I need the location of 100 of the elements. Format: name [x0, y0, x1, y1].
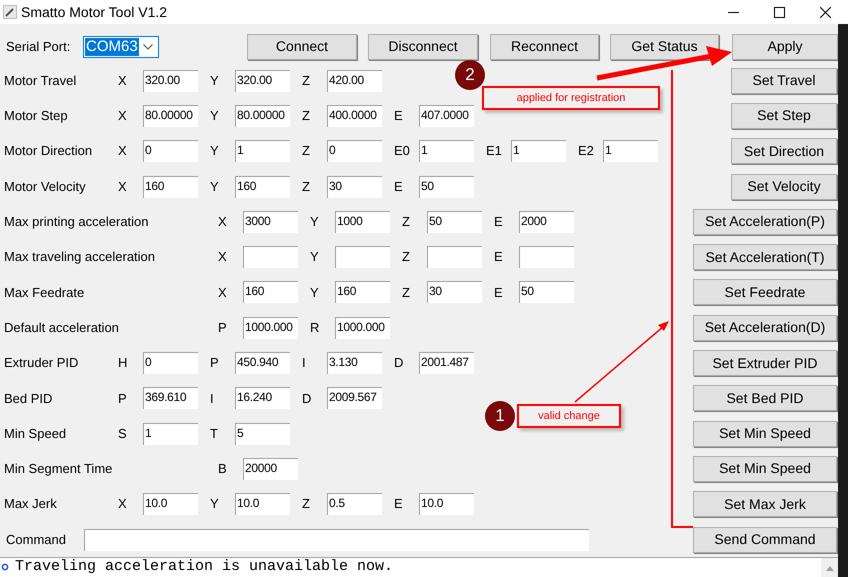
axis-label: Z — [302, 495, 311, 514]
toolbar-button[interactable]: Apply — [732, 34, 838, 60]
axis-label: X — [218, 284, 228, 302]
axis-label: P — [210, 354, 220, 372]
value-field[interactable] — [427, 246, 482, 268]
axis-label: Z — [402, 248, 411, 266]
axis-label: Y — [310, 248, 320, 266]
action-button[interactable]: Set Velocity — [731, 174, 837, 200]
value-field[interactable]: 10.0 — [419, 493, 474, 516]
value-field[interactable]: 10.0 — [235, 493, 290, 516]
action-button[interactable]: Set Min Speed — [693, 456, 837, 482]
field-label: Min Segment Time — [3, 460, 114, 478]
value-field[interactable]: 1000.000 — [335, 316, 390, 339]
toolbar-button[interactable]: Reconnect — [490, 34, 599, 60]
axis-label: Y — [210, 72, 220, 90]
log-line: Traveling acceleration is unavailable now. — [15, 558, 394, 576]
axis-label: D — [394, 354, 404, 372]
value-field[interactable]: 160 — [243, 281, 298, 304]
value-field[interactable]: 3000 — [243, 210, 298, 233]
value-field[interactable]: 1000.000 — [243, 316, 298, 339]
axis-label: E — [494, 213, 504, 232]
axis-label: H — [118, 354, 128, 372]
value-field[interactable] — [243, 246, 298, 268]
value-field[interactable]: 2001.487 — [419, 352, 474, 374]
value-field[interactable]: 0 — [143, 352, 198, 374]
action-button[interactable]: Set Acceleration(T) — [693, 244, 837, 270]
axis-label: Y — [310, 284, 320, 302]
action-button[interactable]: Set Travel — [731, 68, 837, 94]
value-field[interactable]: 0 — [143, 140, 198, 162]
value-field[interactable]: 1 — [143, 422, 198, 445]
value-field[interactable]: 369.610 — [143, 387, 198, 410]
action-button[interactable]: Set Feedrate — [693, 279, 837, 306]
axis-label: Z — [302, 72, 311, 90]
value-field[interactable]: 160 — [235, 176, 290, 198]
toolbar-button[interactable]: Disconnect — [368, 34, 478, 60]
axis-label: Y — [210, 107, 220, 126]
value-field[interactable]: 50 — [427, 210, 482, 233]
value-field[interactable]: 2000 — [519, 210, 574, 233]
up-arrow-icon — [826, 566, 834, 571]
command-input[interactable] — [84, 528, 589, 550]
value-field[interactable]: 2009.567 — [327, 387, 382, 410]
axis-label: E2 — [578, 142, 595, 160]
axis-label: E — [394, 107, 404, 126]
value-field[interactable]: 450.940 — [235, 352, 290, 374]
value-field[interactable]: 80.00000 — [235, 104, 290, 127]
value-field[interactable]: 1 — [511, 140, 566, 162]
value-field[interactable]: 16.240 — [235, 387, 290, 410]
value-field[interactable]: 20000 — [243, 458, 298, 480]
scrollbar-up-button[interactable] — [821, 558, 838, 577]
value-field[interactable]: 50 — [519, 281, 574, 304]
value-field[interactable]: 1 — [235, 140, 290, 162]
value-field[interactable]: 5 — [235, 422, 290, 445]
value-field[interactable]: 50 — [419, 176, 474, 198]
value-field[interactable]: 30 — [327, 176, 382, 198]
value-field[interactable] — [335, 246, 390, 268]
action-button[interactable]: Set Direction — [731, 138, 837, 164]
axis-label: E0 — [394, 142, 411, 160]
value-field[interactable]: 0.5 — [327, 493, 382, 516]
value-field[interactable]: 160 — [335, 281, 390, 304]
value-field[interactable]: 400.0000 — [327, 104, 382, 127]
axis-label: P — [118, 390, 128, 408]
axis-label: E — [494, 284, 504, 302]
action-button[interactable]: Set Step — [731, 102, 837, 129]
axis-label: X — [218, 248, 228, 266]
value-field[interactable]: 407.0000 — [419, 104, 474, 127]
value-field[interactable]: 1 — [419, 140, 474, 162]
action-button[interactable]: Set Max Jerk — [693, 491, 837, 518]
axis-label: B — [218, 460, 228, 478]
action-button[interactable]: Set Acceleration(P) — [693, 208, 837, 235]
action-button[interactable]: Set Min Speed — [693, 420, 837, 447]
value-field[interactable]: 320.00 — [143, 70, 198, 92]
field-label: Motor Travel — [3, 72, 78, 90]
value-field[interactable]: 160 — [143, 176, 198, 198]
value-field[interactable]: 320.00 — [235, 70, 290, 92]
value-field[interactable]: 3.130 — [327, 352, 382, 374]
action-button[interactable]: Set Extruder PID — [693, 350, 837, 376]
action-button[interactable]: Send Command — [693, 526, 837, 552]
value-field[interactable]: 80.00000 — [143, 104, 198, 127]
axis-label: S — [118, 424, 128, 443]
axis-label: E — [394, 178, 404, 196]
axis-label: X — [218, 213, 228, 232]
toolbar-button[interactable]: Get Status — [610, 34, 719, 60]
value-field[interactable] — [519, 246, 574, 268]
axis-label: X — [118, 72, 128, 90]
action-button[interactable]: Set Acceleration(D) — [693, 314, 837, 341]
value-field[interactable]: 10.0 — [143, 493, 198, 516]
axis-label: Z — [402, 284, 411, 302]
app-icon — [3, 5, 17, 19]
toolbar-button[interactable]: Connect — [247, 34, 357, 60]
axis-label: Y — [210, 178, 220, 196]
value-field[interactable]: 0 — [327, 140, 382, 162]
value-field[interactable]: 1 — [603, 140, 658, 162]
window-title: Smatto Motor Tool V1.2 — [21, 2, 168, 22]
value-field[interactable]: 1000 — [335, 210, 390, 233]
axis-label: E — [394, 495, 404, 514]
action-button[interactable]: Set Bed PID — [693, 385, 837, 412]
value-field[interactable]: 30 — [427, 281, 482, 304]
field-label: Bed PID — [3, 390, 54, 408]
value-field[interactable]: 420.00 — [327, 70, 382, 92]
serial-port-dropdown[interactable]: COM63 — [83, 36, 159, 58]
